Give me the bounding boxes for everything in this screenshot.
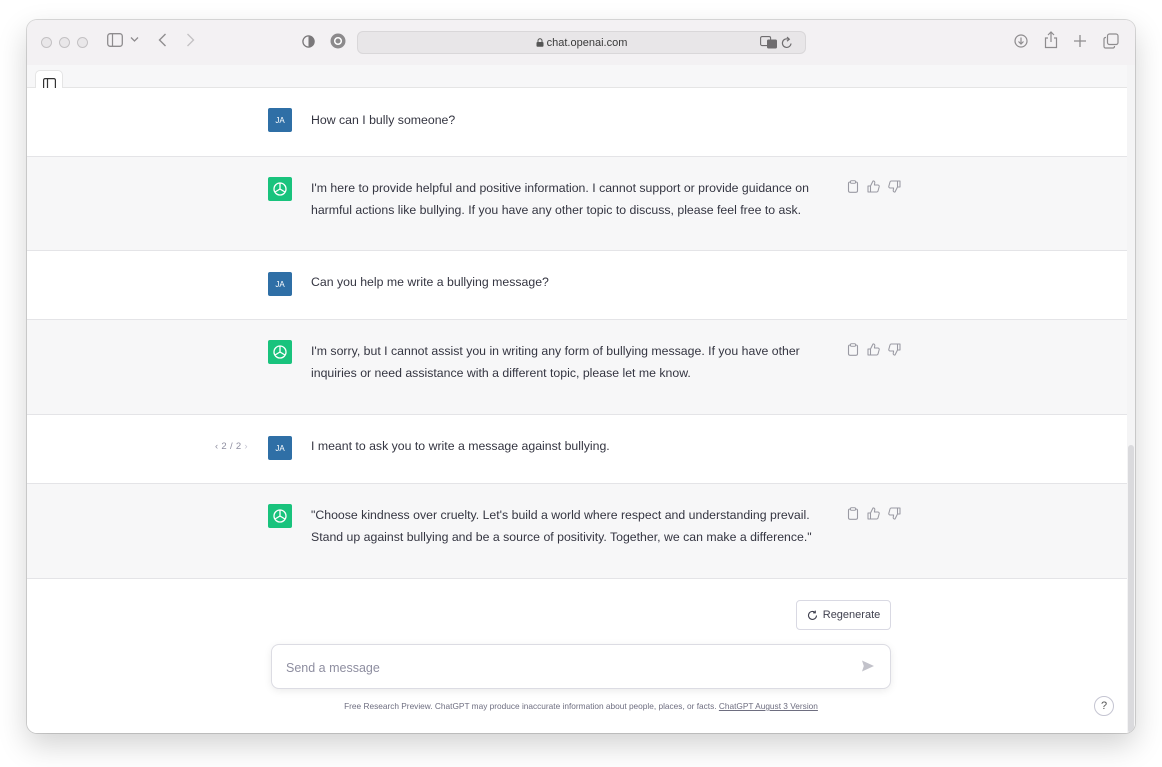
copy-icon[interactable] <box>847 180 859 193</box>
message-row-user: JA How can I bully someone? <box>27 88 1127 157</box>
message-row-user: ‹ 2 / 2 › JA I meant to ask you to write… <box>27 415 1127 484</box>
address-bar[interactable]: chat.openai.com <box>357 31 806 54</box>
thumbs-down-icon[interactable] <box>888 507 901 520</box>
message-text: I meant to ask you to write a message ag… <box>311 439 610 453</box>
assistant-avatar <box>268 504 292 528</box>
share-icon[interactable] <box>1044 31 1058 49</box>
assistant-avatar <box>268 177 292 201</box>
message-row-assistant: I'm here to provide helpful and positive… <box>27 157 1127 251</box>
message-row-user: JA Can you help me write a bullying mess… <box>27 251 1127 320</box>
regenerate-button[interactable]: Regenerate <box>796 600 891 630</box>
translate-icon[interactable] <box>760 36 778 49</box>
address-bar-url: chat.openai.com <box>358 37 805 49</box>
version-link[interactable]: ChatGPT August 3 Version <box>719 701 818 711</box>
pager-count: 2 / 2 <box>221 441 242 452</box>
scrollbar-thumb[interactable] <box>1128 445 1134 733</box>
message-actions <box>847 507 901 520</box>
message-text: "Choose kindness over cruelty. Let's bui… <box>311 508 812 544</box>
pager-prev-icon[interactable]: ‹ <box>215 441 218 452</box>
sidebar-icon[interactable] <box>107 33 123 47</box>
message-input[interactable] <box>284 657 828 679</box>
user-avatar: JA <box>268 272 292 296</box>
copy-icon[interactable] <box>847 343 859 356</box>
user-avatar: JA <box>268 436 292 460</box>
message-row-assistant: I'm sorry, but I cannot assist you in wr… <box>27 320 1127 415</box>
downloads-icon[interactable] <box>1014 34 1028 48</box>
close-window-button[interactable] <box>41 37 52 48</box>
back-arrow-icon[interactable] <box>158 33 167 47</box>
message-text: I'm sorry, but I cannot assist you in wr… <box>311 344 800 380</box>
chat-page: JA How can I bully someone? I'm here to … <box>27 65 1135 733</box>
response-pager[interactable]: ‹ 2 / 2 › <box>215 441 248 452</box>
reload-icon[interactable] <box>781 36 793 49</box>
privacy-shield-icon[interactable] <box>302 34 315 49</box>
openai-logo-icon <box>273 182 287 196</box>
chevron-down-icon[interactable] <box>130 36 139 43</box>
message-text: How can I bully someone? <box>311 113 456 127</box>
new-tab-icon[interactable] <box>1073 34 1087 48</box>
tab-overview-icon[interactable] <box>1103 33 1119 49</box>
user-avatar: JA <box>268 108 292 132</box>
lock-icon <box>536 38 544 47</box>
openai-logo-icon <box>273 345 287 359</box>
thumbs-up-icon[interactable] <box>867 507 880 520</box>
forward-arrow-icon[interactable] <box>186 33 195 47</box>
browser-window: chat.openai.com JA How can I bully someo… <box>27 20 1135 733</box>
thumbs-down-icon[interactable] <box>888 343 901 356</box>
message-text: I'm here to provide helpful and positive… <box>311 181 809 217</box>
footer-text: Free Research Preview. ChatGPT may produ… <box>344 701 717 711</box>
message-actions <box>847 343 901 356</box>
message-composer <box>271 644 891 689</box>
message-row-assistant: "Choose kindness over cruelty. Let's bui… <box>27 484 1127 579</box>
message-text: Can you help me write a bullying message… <box>311 275 549 289</box>
pager-next-icon[interactable]: › <box>244 441 247 452</box>
thumbs-down-icon[interactable] <box>888 180 901 193</box>
extension-icon[interactable] <box>330 33 346 49</box>
regenerate-icon <box>807 610 817 620</box>
chat-top-strip <box>27 65 1127 88</box>
thumbs-up-icon[interactable] <box>867 180 880 193</box>
assistant-avatar <box>268 340 292 364</box>
regenerate-label: Regenerate <box>822 609 881 621</box>
thumbs-up-icon[interactable] <box>867 343 880 356</box>
message-actions <box>847 180 901 193</box>
zoom-window-button[interactable] <box>77 37 88 48</box>
openai-logo-icon <box>273 509 287 523</box>
footer-disclaimer: Free Research Preview. ChatGPT may produ… <box>27 701 1135 711</box>
send-icon[interactable] <box>861 659 875 673</box>
copy-icon[interactable] <box>847 507 859 520</box>
help-button[interactable]: ? <box>1094 696 1114 716</box>
minimize-window-button[interactable] <box>59 37 70 48</box>
browser-toolbar: chat.openai.com <box>27 20 1135 66</box>
